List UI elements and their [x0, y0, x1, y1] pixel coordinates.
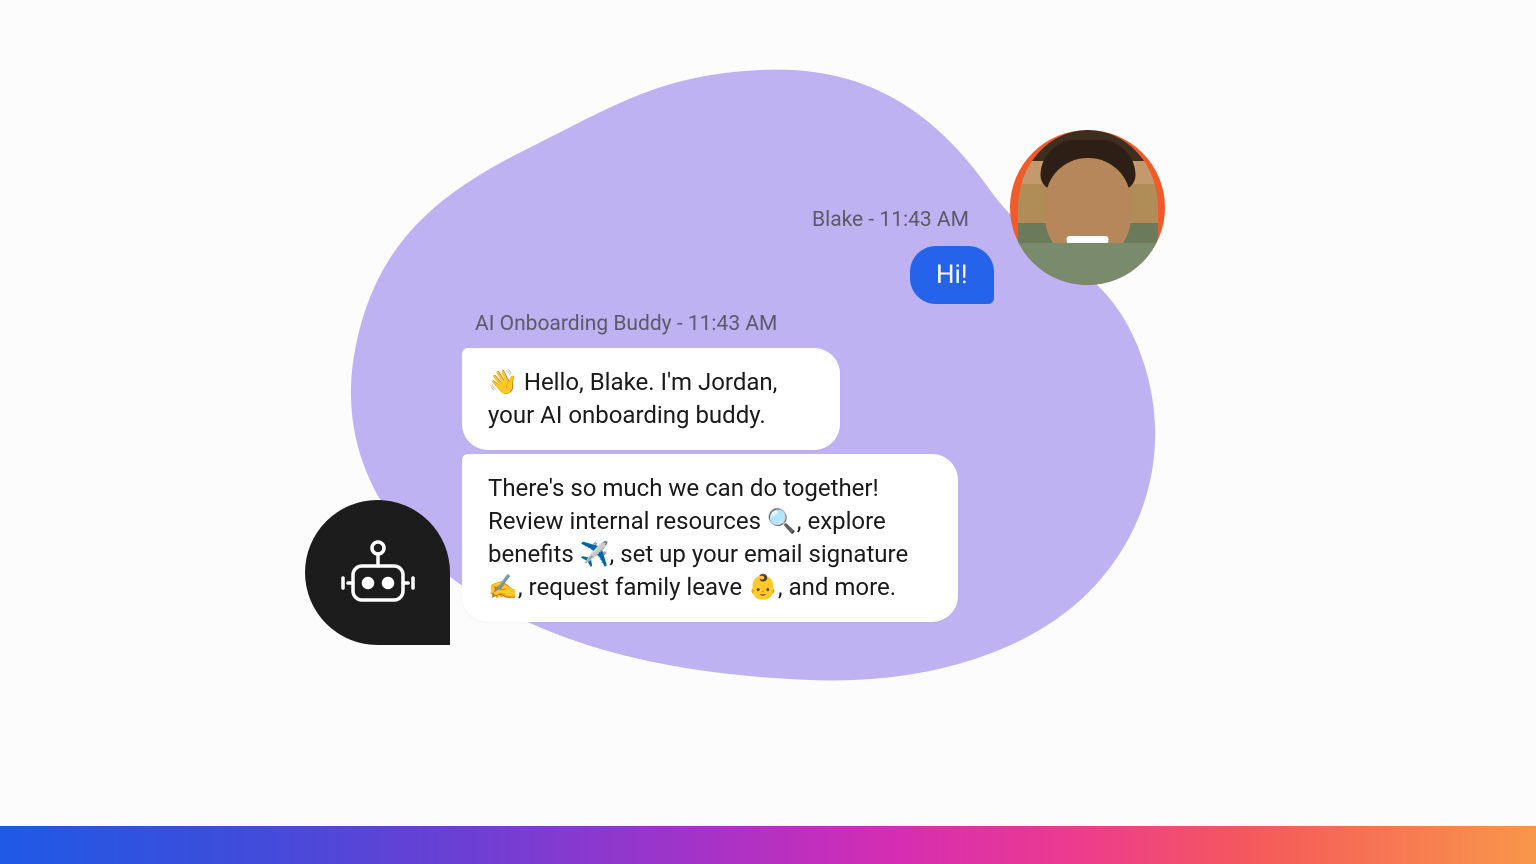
footer-gradient-bar — [0, 826, 1536, 864]
user-avatar — [1010, 130, 1165, 285]
user-message-meta: Blake - 11:43 AM — [812, 208, 969, 232]
bot-avatar — [305, 500, 450, 645]
avatar-photo — [1018, 130, 1158, 285]
ai-message-meta: AI Onboarding Buddy - 11:43 AM — [475, 312, 777, 336]
user-message-bubble: Hi! — [910, 246, 994, 304]
robot-icon — [339, 534, 417, 612]
ai-message-bubble-1: 👋 Hello, Blake. I'm Jordan, your AI onbo… — [462, 348, 840, 450]
ai-message-bubble-2: There's so much we can do together! Revi… — [462, 454, 958, 622]
